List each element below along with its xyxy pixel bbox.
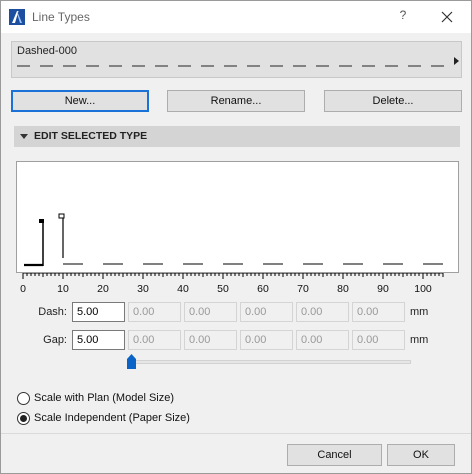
scale-with-plan-label: Scale with Plan (Model Size) <box>34 392 175 404</box>
dash-field-3[interactable]: 0.00 <box>184 302 237 322</box>
radio-scale-with-plan[interactable] <box>17 392 30 405</box>
help-button[interactable]: ? <box>393 8 413 26</box>
line-types-dialog: Line Types ? Dashed-000 New... Rename...… <box>0 0 472 474</box>
dash-unit: mm <box>410 306 429 318</box>
ruler-tick-label: 50 <box>217 283 229 295</box>
ruler-tick-label: 30 <box>137 283 149 295</box>
radio-scale-independent[interactable] <box>17 412 30 425</box>
expand-arrow-icon[interactable] <box>454 57 459 65</box>
ruler-tick-label: 10 <box>57 283 69 295</box>
gap-handle-grip[interactable] <box>58 213 65 219</box>
dash-field-5[interactable]: 0.00 <box>296 302 349 322</box>
close-button[interactable] <box>434 7 460 27</box>
gap-label: Gap: <box>43 334 67 346</box>
title-bar: Line Types ? <box>1 1 471 33</box>
ruler-tick-label: 0 <box>20 283 26 295</box>
close-icon <box>441 11 453 23</box>
ruler-tick-label: 100 <box>414 283 432 295</box>
section-title: EDIT SELECTED TYPE <box>34 130 148 142</box>
ruler-scale: 0 10 20 30 40 50 60 70 80 90 100 <box>20 272 444 295</box>
delete-button[interactable]: Delete... <box>324 90 462 112</box>
gap-field-5[interactable]: 0.00 <box>296 330 349 350</box>
dash-label: Dash: <box>38 306 67 318</box>
ruler-tick-label: 90 <box>377 283 389 295</box>
gap-field-3[interactable]: 0.00 <box>184 330 237 350</box>
dialog-footer: Cancel OK <box>1 433 471 473</box>
collapse-triangle-icon <box>20 134 28 139</box>
ruler-tick-label: 80 <box>337 283 349 295</box>
dash-field-1[interactable]: 5.00 <box>72 302 125 322</box>
rename-button[interactable]: Rename... <box>167 90 305 112</box>
cancel-button[interactable]: Cancel <box>287 444 382 466</box>
gap-field-1[interactable]: 5.00 <box>72 330 125 350</box>
new-button[interactable]: New... <box>11 90 149 112</box>
ruler-tick-label: 60 <box>257 283 269 295</box>
dash-field-4[interactable]: 0.00 <box>240 302 293 322</box>
archicad-app-icon <box>9 9 25 25</box>
dashed-line-preview <box>17 65 453 67</box>
ruler: 0 10 20 30 40 50 60 70 80 90 100 <box>16 272 459 295</box>
ruler-tick-label: 70 <box>297 283 309 295</box>
gap-unit: mm <box>410 334 429 346</box>
line-pattern-editor <box>24 213 443 267</box>
gap-field-4[interactable]: 0.00 <box>240 330 293 350</box>
gap-field-2[interactable]: 0.00 <box>128 330 181 350</box>
ruler-tick-label: 40 <box>177 283 189 295</box>
window-title: Line Types <box>32 10 90 24</box>
line-editor-canvas[interactable] <box>16 161 459 273</box>
pattern-slider-thumb[interactable] <box>127 354 136 369</box>
edit-selected-type-header[interactable]: EDIT SELECTED TYPE <box>14 126 460 147</box>
ruler-tick-label: 20 <box>97 283 109 295</box>
line-type-name: Dashed-000 <box>17 45 77 57</box>
dash-field-6[interactable]: 0.00 <box>352 302 405 322</box>
dash-field-2[interactable]: 0.00 <box>128 302 181 322</box>
gap-field-6[interactable]: 0.00 <box>352 330 405 350</box>
dash-handle-grip[interactable] <box>39 219 44 223</box>
line-type-selector[interactable]: Dashed-000 <box>11 41 462 78</box>
pattern-slider-track[interactable] <box>127 360 411 364</box>
ok-button[interactable]: OK <box>387 444 455 466</box>
scale-independent-label: Scale Independent (Paper Size) <box>34 412 190 424</box>
